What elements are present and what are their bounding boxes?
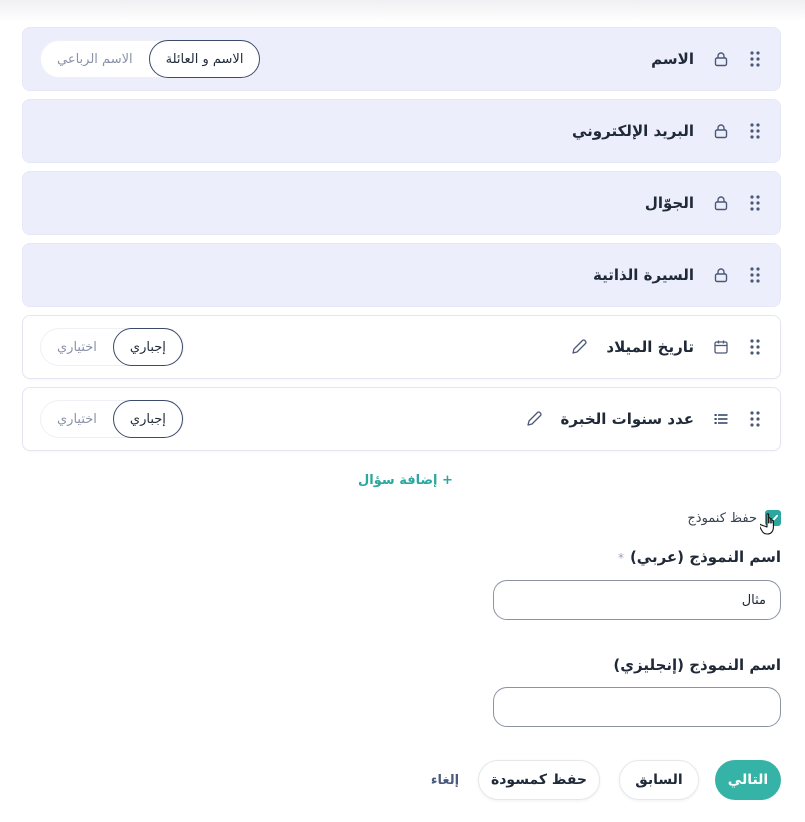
required-mark: * bbox=[617, 551, 624, 565]
lock-icon bbox=[712, 194, 730, 212]
field-row-cv: السيرة الذاتية bbox=[22, 243, 781, 307]
lock-icon bbox=[712, 50, 730, 68]
required-toggle[interactable]: اختياري إجباري bbox=[40, 400, 184, 438]
toggle-option-full-name[interactable]: الاسم الرباعي bbox=[41, 40, 149, 78]
field-row-birthdate: اختياري إجباري تاريخ الميلاد bbox=[22, 315, 781, 379]
pencil-icon[interactable] bbox=[525, 410, 543, 428]
save-template-label: حفظ كنموذج bbox=[687, 510, 757, 526]
top-shadow bbox=[0, 0, 805, 22]
toggle-option-required[interactable]: إجباري bbox=[112, 400, 183, 438]
template-name-ar-input[interactable] bbox=[493, 580, 781, 620]
field-title: السيرة الذاتية bbox=[592, 266, 694, 284]
toggle-option-optional[interactable]: اختياري bbox=[41, 328, 113, 366]
cancel-button[interactable]: إلغاء bbox=[420, 760, 470, 800]
hand-cursor-icon bbox=[758, 512, 782, 542]
field-row-mobile: الجوّال bbox=[22, 171, 781, 235]
add-question-link[interactable]: + إضافة سؤال bbox=[358, 473, 453, 488]
toggle-option-first-last[interactable]: الاسم و العائلة bbox=[148, 40, 261, 78]
template-name-en-input[interactable] bbox=[493, 687, 781, 727]
drag-handle-icon[interactable] bbox=[748, 193, 762, 213]
field-title: الجوّال bbox=[644, 194, 694, 212]
drag-handle-icon[interactable] bbox=[748, 409, 762, 429]
drag-handle-icon[interactable] bbox=[748, 337, 762, 357]
name-format-toggle[interactable]: الاسم الرباعي الاسم و العائلة bbox=[40, 40, 262, 78]
drag-handle-icon[interactable] bbox=[748, 265, 762, 285]
field-title: تاريخ الميلاد bbox=[606, 338, 694, 356]
pencil-icon[interactable] bbox=[570, 338, 588, 356]
field-row-email: البريد الإلكتروني bbox=[22, 99, 781, 163]
required-toggle[interactable]: اختياري إجباري bbox=[40, 328, 184, 366]
drag-handle-icon[interactable] bbox=[748, 121, 762, 141]
template-name-en-label: اسم النموذج (إنجليزي) bbox=[613, 656, 781, 674]
field-title: البريد الإلكتروني bbox=[572, 122, 694, 140]
field-row-experience: اختياري إجباري عدد سنوات الخبرة bbox=[22, 387, 781, 451]
field-row-name: الاسم الرباعي الاسم و العائلة الاسم bbox=[22, 27, 781, 91]
calendar-icon bbox=[712, 338, 730, 356]
label-text: اسم النموذج (عربي) bbox=[629, 548, 781, 566]
field-title: الاسم bbox=[651, 50, 694, 68]
drag-handle-icon[interactable] bbox=[748, 49, 762, 69]
field-title: عدد سنوات الخبرة bbox=[560, 410, 694, 428]
template-name-ar-label: اسم النموذج (عربي) * bbox=[618, 548, 781, 566]
lock-icon bbox=[712, 122, 730, 140]
previous-button[interactable]: السابق bbox=[619, 760, 699, 800]
save-draft-button[interactable]: حفظ كمسودة bbox=[478, 760, 600, 800]
fields-list: الاسم الرباعي الاسم و العائلة الاسم البر… bbox=[22, 27, 781, 459]
next-button[interactable]: التالي bbox=[715, 760, 781, 800]
toggle-option-optional[interactable]: اختياري bbox=[41, 400, 113, 438]
lock-icon bbox=[712, 266, 730, 284]
toggle-option-required[interactable]: إجباري bbox=[112, 328, 183, 366]
list-icon bbox=[712, 410, 730, 428]
